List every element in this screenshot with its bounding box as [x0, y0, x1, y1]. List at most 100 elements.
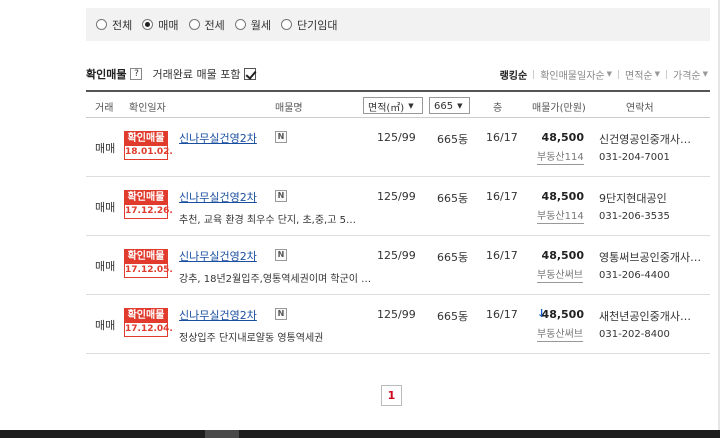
listing-price: 48,500 [541, 308, 584, 321]
confirmed-listings-title: 확인매물 [86, 68, 127, 81]
listing-dong: 665동 [437, 133, 469, 146]
table-row: 매매 확인매물 17.12.05. 신나무실건영2차 N 강추, 18년2월입주… [86, 236, 710, 295]
listing-price: 48,500 [541, 131, 584, 144]
listing-name-link[interactable]: 신나무실건영2차 [179, 189, 257, 205]
table-header: 거래 확인일자 매물명 면적(㎡) ▼ 665 ▼ 층 매물가(만원) 연락처 [86, 90, 710, 118]
listing-description: 강추, 18년2월입주,영통역세권이며 학군이 … [179, 274, 372, 285]
stamp-label: 확인매물 [125, 309, 167, 323]
divider [618, 69, 619, 79]
header-contact: 연락처 [626, 103, 654, 114]
confirm-date: 18.01.02. [125, 147, 173, 157]
stamp-label: 확인매물 [125, 132, 167, 146]
caret-down-icon: ▼ [654, 70, 660, 78]
sort-label: 랭킹순 [499, 70, 528, 82]
header-type: 거래 [95, 103, 114, 114]
header-floor: 층 [493, 103, 503, 114]
listing-name-link[interactable]: 신나무실건영2차 [179, 248, 257, 264]
sort-label: 가격순 [673, 70, 701, 82]
header-name: 매물명 [275, 103, 303, 114]
sort-label: 확인매물일자순 [540, 70, 605, 82]
listing-description: 추천, 교육 환경 최우수 단지, 초,중,고 5… [179, 215, 356, 226]
radio-jeonse[interactable]: 전세 [188, 17, 225, 33]
confirm-date: 17.12.26. [125, 206, 173, 216]
caret-down-icon: ▼ [702, 70, 708, 78]
radio-monthly[interactable]: 월세 [234, 17, 271, 33]
confirmed-stamp: 확인매물 17.12.26. [124, 190, 173, 219]
listing-source-link[interactable]: 부동산써브 [537, 329, 583, 342]
sort-label: 면적순 [625, 70, 653, 82]
stamp-label: 확인매물 [125, 191, 167, 205]
listing-source-link[interactable]: 부동산114 [537, 152, 584, 165]
new-badge-icon: N [275, 131, 287, 143]
list-options-row: 확인매물 ? 거래완료 매물 포함 랭킹순 확인매물일자순 ▼ 면적순 ▼ 가격순 ▼ [86, 65, 710, 83]
listing-floor: 16/17 [486, 131, 518, 144]
listing-area: 125/99 [377, 249, 416, 262]
listing-dong: 665동 [437, 192, 469, 205]
caret-down-icon: ▼ [457, 102, 463, 110]
sort-price[interactable]: 가격순 ▼ [673, 67, 708, 82]
radio-button[interactable] [142, 19, 154, 30]
help-icon[interactable]: ? [130, 68, 143, 80]
area-unit-label: 면적(㎡) [368, 102, 405, 114]
new-badge-icon: N [275, 190, 287, 202]
agent-phone: 031-204-7001 [599, 152, 670, 163]
caret-down-icon: ▼ [408, 102, 414, 110]
listing-price: 48,500 [541, 249, 584, 262]
deal-type-filter: 전체 매매 전세 월세 단기임대 [86, 8, 710, 41]
page-button-current[interactable]: 1 [381, 385, 402, 406]
listing-dong: 665동 [437, 251, 469, 264]
listing-description: 정상입주 단지내로얄동 영통역세권 [179, 333, 324, 344]
include-done-label: 거래완료 매물 포함 [152, 68, 241, 81]
radio-button[interactable] [188, 19, 200, 30]
caret-down-icon: ▼ [606, 70, 612, 78]
listing-area: 125/99 [377, 308, 416, 321]
radio-label: 전세 [204, 18, 225, 32]
listing-name-link[interactable]: 신나무실건영2차 [179, 307, 257, 323]
radio-sale[interactable]: 매매 [142, 17, 179, 33]
deal-type: 매매 [95, 142, 116, 155]
radio-button[interactable] [96, 19, 107, 30]
confirmed-stamp: 확인매물 18.01.02. [124, 131, 173, 160]
radio-label: 매매 [158, 18, 179, 32]
radio-label: 월세 [250, 18, 271, 32]
taskbar [0, 430, 720, 438]
listing-source-link[interactable]: 부동산114 [537, 211, 584, 224]
agent-phone: 031-202-8400 [599, 329, 670, 340]
taskbar-segment [205, 430, 239, 438]
header-date: 확인일자 [129, 103, 166, 114]
new-badge-icon: N [275, 308, 287, 320]
listing-dong: 665동 [437, 310, 469, 323]
radio-short-term[interactable]: 단기임대 [281, 17, 337, 33]
area-unit-select[interactable]: 면적(㎡) ▼ [363, 97, 423, 114]
agent-name: 영통써브공인중개사… [599, 251, 702, 264]
listing-name-link[interactable]: 신나무실건영2차 [179, 130, 257, 146]
confirm-date: 17.12.04. [125, 324, 173, 334]
table-row: 매매 확인매물 17.12.04. 신나무실건영2차 N 정상입주 단지내로얄동… [86, 295, 710, 354]
listing-source-link[interactable]: 부동산써브 [537, 270, 583, 283]
sort-ranking[interactable]: 랭킹순 [500, 67, 528, 82]
divider [666, 69, 667, 79]
listing-area: 125/99 [377, 190, 416, 203]
sort-area[interactable]: 면적순 ▼ [625, 67, 660, 82]
divider [533, 69, 535, 79]
agent-name: 9단지현대공인 [599, 192, 667, 205]
confirmed-stamp: 확인매물 17.12.04. [124, 308, 173, 337]
radio-label: 단기임대 [297, 18, 338, 32]
table-row: 매매 확인매물 18.01.02. 신나무실건영2차 N 125/99 665동… [86, 118, 710, 177]
deal-type: 매매 [95, 260, 116, 273]
agent-phone: 031-206-3535 [599, 211, 670, 222]
listing-floor: 16/17 [486, 308, 518, 321]
radio-button[interactable] [281, 19, 292, 30]
header-price: 매물가(만원) [532, 103, 586, 114]
radio-all[interactable]: 전체 [96, 17, 132, 33]
confirm-date: 17.12.05. [125, 265, 173, 275]
include-done-checkbox[interactable] [244, 68, 257, 80]
table-row: 매매 확인매물 17.12.26. 신나무실건영2차 N 추천, 교육 환경 최… [86, 177, 710, 236]
dong-select[interactable]: 665 ▼ [429, 97, 470, 114]
sort-options: 랭킹순 확인매물일자순 ▼ 면적순 ▼ 가격순 ▼ [500, 67, 710, 82]
new-badge-icon: N [275, 249, 287, 261]
agent-name: 신건영공인중개사… [599, 133, 691, 146]
listing-table: 거래 확인일자 매물명 면적(㎡) ▼ 665 ▼ 층 매물가(만원) 연락처 매매… [86, 90, 710, 354]
radio-button[interactable] [234, 19, 246, 30]
sort-confirm-date[interactable]: 확인매물일자순 ▼ [540, 67, 612, 82]
